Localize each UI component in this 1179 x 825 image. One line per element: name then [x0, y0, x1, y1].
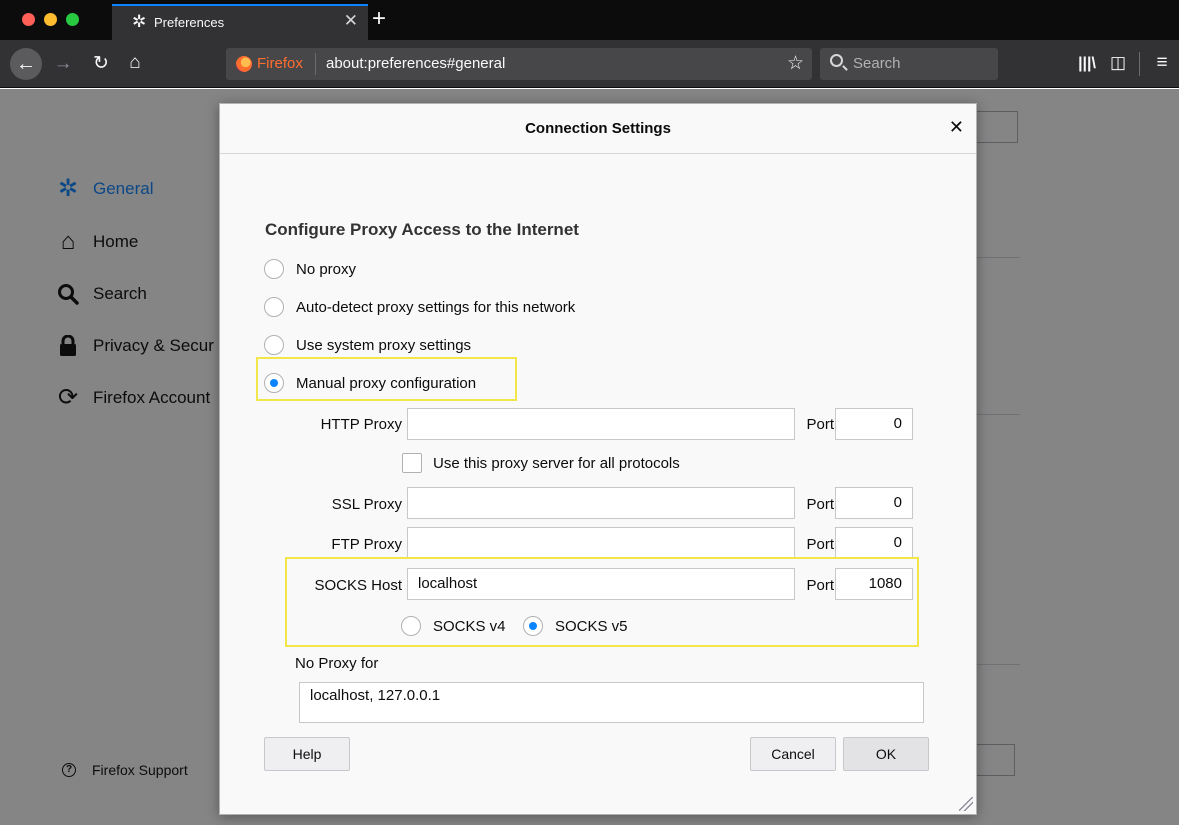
socks-host-label: SOCKS Host — [314, 577, 402, 594]
http-proxy-input[interactable] — [407, 408, 795, 440]
gear-icon: ✲ — [132, 12, 147, 31]
ssl-port-input[interactable]: 0 — [835, 487, 913, 519]
all-protocols-label: Use this proxy server for all protocols — [433, 455, 680, 472]
url-bar[interactable]: Firefox about:preferences#general ☆ — [226, 48, 812, 80]
search-bar[interactable]: Search — [820, 48, 998, 80]
tab-preferences[interactable]: ✲ Preferences ✕ — [112, 4, 368, 40]
connection-settings-dialog: Connection Settings ✕ Configure Proxy Ac… — [219, 103, 977, 815]
radio-label: SOCKS v5 — [555, 617, 628, 635]
http-proxy-label: HTTP Proxy — [320, 416, 402, 433]
all-protocols-checkbox[interactable] — [402, 453, 422, 473]
radio-no-proxy[interactable]: No proxy — [264, 259, 356, 279]
cancel-button[interactable]: Cancel — [750, 737, 836, 771]
help-button[interactable]: Help — [264, 737, 350, 771]
http-port-label: Port — [806, 416, 834, 433]
ssl-port-label: Port — [806, 496, 834, 513]
radio-button[interactable] — [523, 616, 543, 636]
radio-auto-detect[interactable]: Auto-detect proxy settings for this netw… — [264, 297, 575, 317]
radio-button[interactable] — [264, 335, 284, 355]
socks-host-input[interactable]: localhost — [407, 568, 795, 600]
tab-title: Preferences — [154, 15, 225, 30]
radio-manual-proxy[interactable]: Manual proxy configuration — [264, 373, 476, 393]
nav-bar: ← → ↻ ⌂ Firefox about:preferences#genera… — [0, 40, 1179, 88]
ftp-proxy-input[interactable] — [407, 527, 795, 559]
radio-button[interactable] — [401, 616, 421, 636]
radio-label: No proxy — [296, 260, 357, 278]
ssl-proxy-label: SSL Proxy — [331, 496, 402, 513]
reload-button[interactable]: ↻ — [88, 54, 114, 74]
ssl-proxy-input[interactable] — [407, 487, 795, 519]
radio-socks-v4[interactable]: SOCKS v4 — [401, 616, 506, 636]
ftp-port-label: Port — [806, 536, 834, 553]
new-tab-button[interactable]: + — [372, 4, 386, 34]
firefox-logo-icon — [236, 56, 252, 72]
library-icon[interactable]: |||\ — [1075, 54, 1099, 74]
radio-button[interactable] — [264, 297, 284, 317]
bookmark-star-icon[interactable]: ☆ — [787, 52, 804, 75]
http-port-input[interactable]: 0 — [835, 408, 913, 440]
close-window-button[interactable] — [22, 13, 35, 26]
close-icon[interactable]: ✕ — [344, 11, 358, 31]
back-button[interactable]: ← — [10, 48, 42, 80]
radio-socks-v5[interactable]: SOCKS v5 — [523, 616, 628, 636]
radio-system-proxy[interactable]: Use system proxy settings — [264, 335, 471, 355]
search-placeholder: Search — [853, 55, 901, 72]
radio-label: Use system proxy settings — [296, 336, 472, 354]
identity-label: Firefox — [257, 55, 303, 72]
ftp-proxy-label: FTP Proxy — [331, 536, 402, 553]
sidebar-toggle-icon[interactable]: ◫ — [1106, 53, 1130, 73]
forward-button[interactable]: → — [50, 54, 76, 74]
url-divider — [315, 53, 316, 75]
proxy-heading: Configure Proxy Access to the Internet — [265, 220, 579, 239]
radio-label: Auto-detect proxy settings for this netw… — [296, 298, 576, 316]
radio-label: SOCKS v4 — [433, 617, 506, 635]
url-text[interactable]: about:preferences#general — [326, 55, 505, 72]
radio-label: Manual proxy configuration — [296, 374, 477, 392]
ok-button[interactable]: OK — [843, 737, 929, 771]
ftp-port-input[interactable]: 0 — [835, 527, 913, 559]
tab-bar: ✲ Preferences ✕ + — [0, 0, 1179, 40]
menu-icon[interactable]: ≡ — [1150, 53, 1174, 73]
radio-button[interactable] — [264, 373, 284, 393]
resize-grip-icon[interactable] — [959, 797, 973, 811]
zoom-window-button[interactable] — [66, 13, 79, 26]
radio-button[interactable] — [264, 259, 284, 279]
no-proxy-textarea[interactable]: localhost, 127.0.0.1 — [299, 682, 924, 723]
no-proxy-label: No Proxy for — [295, 655, 379, 672]
close-icon[interactable]: ✕ — [949, 118, 964, 136]
minimize-window-button[interactable] — [44, 13, 57, 26]
dialog-title: Connection Settings — [220, 104, 976, 154]
toolbar-divider — [1139, 52, 1140, 76]
home-button[interactable]: ⌂ — [122, 53, 148, 73]
search-icon — [830, 54, 843, 67]
socks-port-label: Port — [806, 577, 834, 594]
socks-port-input[interactable]: 1080 — [835, 568, 913, 600]
